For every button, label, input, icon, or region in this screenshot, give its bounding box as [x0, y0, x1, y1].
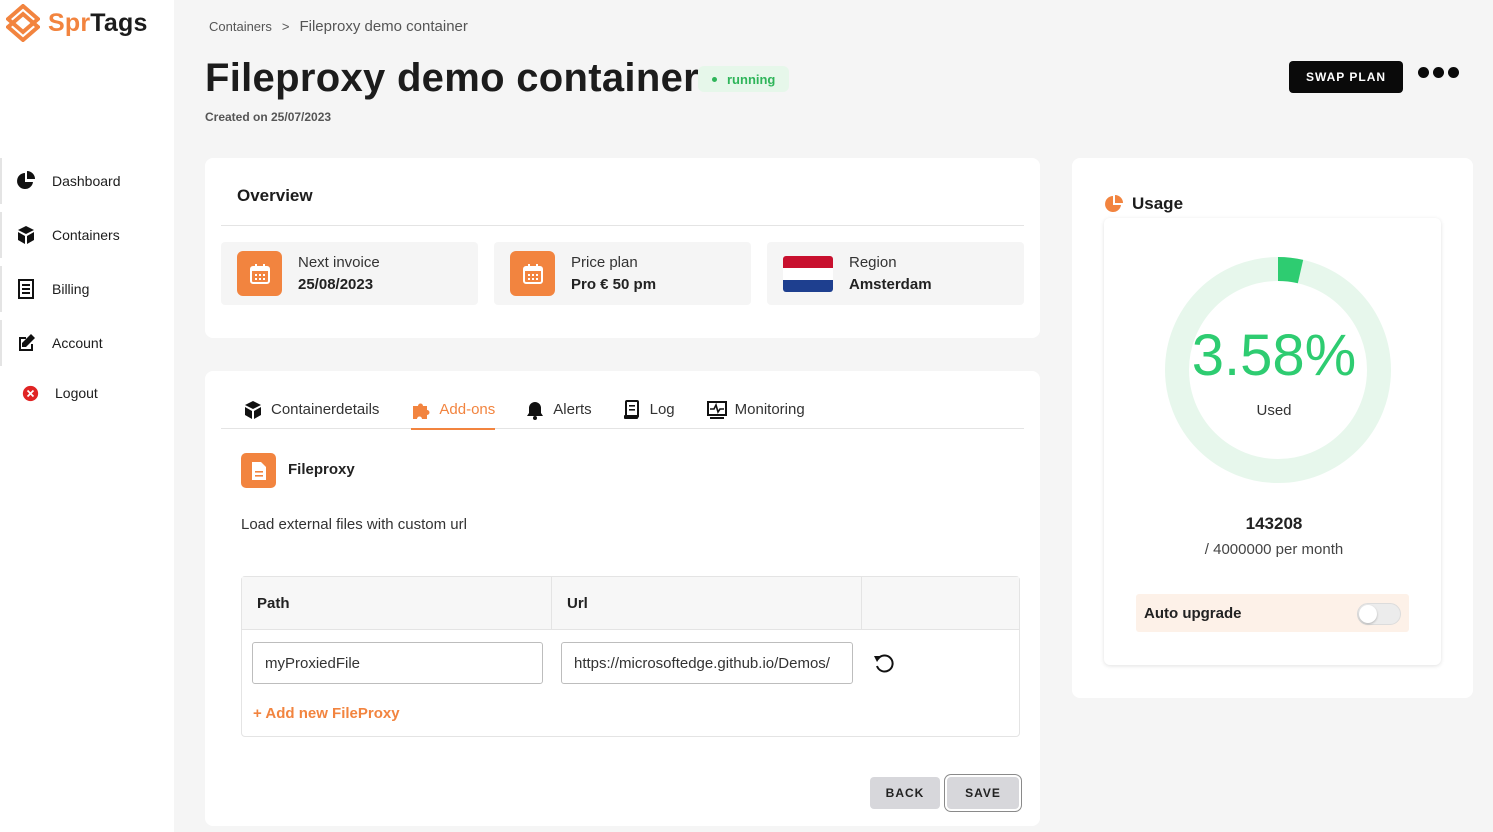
usage-percent: 3.58% — [1191, 323, 1357, 388]
tab-log[interactable]: Log — [622, 391, 675, 428]
usage-limit: / 4000000 per month — [1204, 541, 1344, 558]
status-dot-icon — [712, 76, 717, 82]
sidebar-item-account[interactable]: Account — [0, 316, 174, 370]
overview-card: Overview Next invoice 25/08/2023 Price p… — [205, 158, 1040, 338]
tab-addons[interactable]: Add-ons — [411, 391, 496, 430]
status-text: running — [727, 71, 776, 87]
auto-upgrade-row: Auto upgrade — [1136, 594, 1409, 632]
calendar-icon — [510, 251, 555, 296]
sidebar-item-label: Dashboard — [52, 173, 121, 189]
tab-monitoring[interactable]: Monitoring — [706, 391, 805, 428]
breadcrumb-current: Fileproxy demo container — [299, 18, 468, 35]
pie-chart-icon — [17, 171, 35, 189]
next-invoice-value: 25/08/2023 — [298, 276, 374, 293]
overview-title: Overview — [237, 186, 313, 205]
more-options-icon[interactable] — [1418, 67, 1459, 78]
region-label: Region — [849, 254, 897, 271]
auto-upgrade-label: Auto upgrade — [1144, 604, 1242, 622]
usage-card: Usage 3.58% Used 143208 / 4000000 per mo… — [1072, 158, 1473, 698]
tab-label: Add-ons — [439, 401, 496, 418]
app-logo[interactable]: SprTags — [6, 4, 148, 42]
sidebar-item-containers[interactable]: Containers — [0, 208, 174, 262]
monitor-pulse-icon — [706, 400, 727, 419]
app-name-part2: Tags — [90, 8, 148, 37]
table-header: Path Url — [242, 577, 1019, 630]
file-icon — [241, 453, 276, 488]
pie-chart-icon — [1105, 195, 1123, 212]
tab-bar: Containerdetails Add-ons Alerts Log Moni… — [221, 391, 1024, 430]
addon-description: Load external files with custom url — [241, 516, 467, 533]
sidebar-item-billing[interactable]: Billing — [0, 262, 174, 316]
back-button[interactable]: BACK — [870, 777, 940, 809]
fileproxy-table: Path Url + Add new FileProxy — [241, 576, 1020, 737]
breadcrumb-separator: > — [281, 19, 290, 34]
sidebar: SprTags Dashboard Containers Billing Acc… — [0, 0, 174, 832]
usage-header: Usage — [1104, 194, 1183, 214]
region-value: Amsterdam — [849, 276, 932, 293]
next-invoice-label: Next invoice — [298, 254, 380, 271]
url-input[interactable] — [561, 642, 853, 684]
usage-title: Usage — [1132, 194, 1184, 213]
bell-icon — [527, 401, 544, 420]
usage-count: 143208 — [1245, 514, 1303, 533]
addons-card: Containerdetails Add-ons Alerts Log Moni… — [205, 371, 1040, 826]
reset-icon[interactable] — [872, 651, 896, 675]
puzzle-icon — [413, 403, 430, 419]
tab-label: Alerts — [553, 401, 592, 418]
app-name-part1: Spr — [48, 8, 91, 37]
column-header-url: Url — [552, 577, 862, 629]
path-input[interactable] — [252, 642, 543, 684]
breadcrumb: Containers > Fileproxy demo container — [209, 18, 468, 35]
close-circle-icon — [22, 385, 39, 401]
save-button[interactable]: SAVE — [947, 777, 1019, 809]
sidebar-item-dashboard[interactable]: Dashboard — [0, 154, 174, 208]
breadcrumb-parent[interactable]: Containers — [209, 19, 272, 34]
column-header-path: Path — [242, 577, 552, 629]
price-plan-label: Price plan — [571, 254, 638, 271]
add-fileproxy-link[interactable]: + Add new FileProxy — [253, 705, 400, 722]
sprtags-logo-icon — [6, 4, 40, 42]
box-icon — [18, 226, 34, 244]
box-icon — [245, 400, 261, 419]
tab-label: Containerdetails — [271, 401, 380, 418]
sidebar-item-label: Account — [52, 335, 103, 351]
price-plan-value: Pro € 50 pm — [571, 276, 657, 293]
divider — [221, 225, 1024, 226]
calendar-icon — [237, 251, 282, 296]
sidebar-item-label: Billing — [52, 281, 90, 297]
region-box: Region Amsterdam — [767, 242, 1024, 305]
netherlands-flag-icon — [783, 255, 833, 292]
sidebar-item-label: Logout — [55, 385, 98, 401]
usage-panel: 3.58% Used 143208 / 4000000 per month Au… — [1104, 218, 1441, 665]
tab-label: Log — [649, 401, 675, 418]
page-title: Fileproxy demo container — [205, 56, 699, 100]
created-date: Created on 25/07/2023 — [205, 110, 332, 124]
tab-label: Monitoring — [734, 401, 805, 418]
edit-icon — [19, 334, 35, 351]
tab-alerts[interactable]: Alerts — [525, 391, 592, 428]
app-name: SprTags — [48, 9, 148, 38]
usage-used-label: Used — [1256, 402, 1292, 419]
status-badge: running — [698, 66, 790, 92]
sidebar-nav: Dashboard Containers Billing Account Log… — [0, 154, 174, 416]
sidebar-item-label: Containers — [52, 227, 120, 243]
addon-title: Fileproxy — [288, 461, 355, 478]
receipt-icon — [18, 279, 34, 299]
next-invoice-box: Next invoice 25/08/2023 — [221, 242, 478, 305]
column-header-actions — [862, 577, 1019, 629]
price-plan-box: Price plan Pro € 50 pm — [494, 242, 751, 305]
scroll-icon — [623, 399, 639, 419]
tab-containerdetails[interactable]: Containerdetails — [243, 391, 379, 428]
swap-plan-button[interactable]: SWAP PLAN — [1289, 61, 1403, 93]
sidebar-item-logout[interactable]: Logout — [0, 370, 174, 416]
auto-upgrade-toggle[interactable] — [1357, 603, 1401, 625]
